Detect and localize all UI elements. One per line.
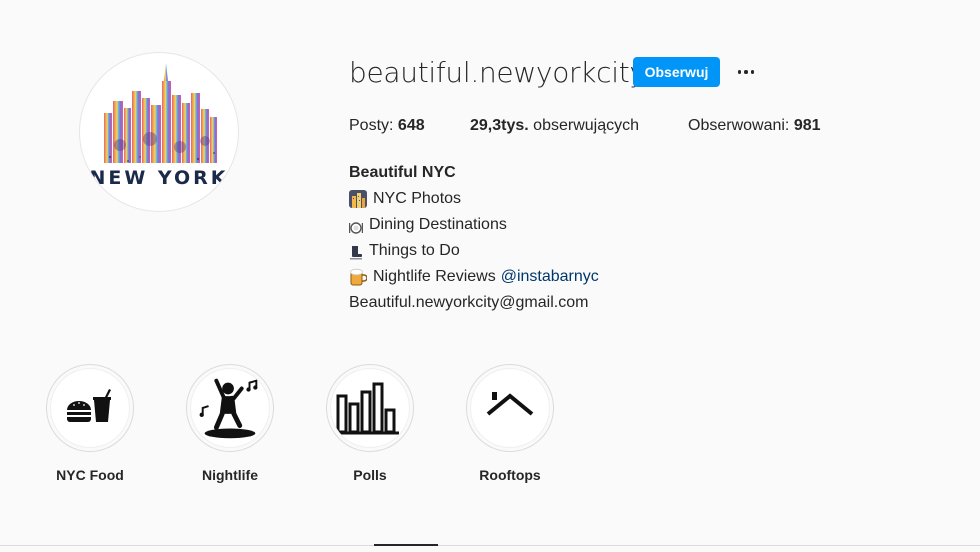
beer-icon	[349, 268, 368, 286]
burger-drink-icon	[67, 389, 111, 422]
skate-icon	[349, 244, 363, 260]
highlight-ring	[466, 364, 554, 452]
followers-value: 29,3tys.	[470, 117, 529, 134]
following-value: 981	[793, 117, 821, 134]
bio-line-text: Nightlife Reviews	[373, 268, 496, 285]
highlight-ring	[186, 364, 274, 452]
highlight-nyc-food[interactable]: NYC Food	[30, 364, 150, 483]
active-tab-indicator	[374, 544, 438, 546]
highlight-ring	[326, 364, 414, 452]
rooftop-icon	[486, 392, 534, 416]
posts-count: Posty: 648	[349, 117, 425, 135]
dancer-icon	[199, 378, 258, 439]
followers-label: obserwujących	[533, 117, 639, 134]
bio-line: Nightlife Reviews @instabarnyc	[349, 264, 599, 290]
bio-line-text: Things to Do	[369, 242, 460, 259]
highlight-label: NYC Food	[56, 467, 124, 483]
highlight-cover	[470, 368, 550, 448]
bio-email: Beautiful.newyorkcity@gmail.com	[349, 294, 589, 311]
highlight-rooftops[interactable]: Rooftops	[450, 364, 570, 483]
highlight-nightlife[interactable]: Nightlife	[170, 364, 290, 483]
highlight-ring	[46, 364, 134, 452]
avatar-caption: NEW YORK	[89, 167, 229, 189]
posts-label: Posty:	[349, 117, 394, 134]
following-count[interactable]: Obserwowani: 981	[688, 117, 821, 135]
highlight-cover	[190, 368, 270, 448]
city-icon	[349, 190, 367, 208]
profile-avatar[interactable]: NEW YORK	[79, 52, 239, 212]
bio-line: NYC Photos	[349, 186, 599, 212]
followers-count[interactable]: 29,3tys. obserwujących	[470, 117, 639, 135]
follow-button[interactable]: Obserwuj	[633, 57, 720, 87]
highlight-label: Polls	[353, 467, 387, 483]
bio-line-text: Dining Destinations	[369, 216, 507, 233]
more-options-icon[interactable]	[734, 58, 758, 86]
bio-line: Things to Do	[349, 238, 599, 264]
tabs-divider	[0, 545, 980, 546]
bio-name: Beautiful NYC	[349, 164, 456, 181]
bio-line-text: NYC Photos	[373, 190, 462, 207]
profile-bio: Beautiful NYC NYC Photos Dining Destinat…	[349, 160, 599, 316]
highlight-cover	[330, 368, 410, 448]
bar-chart-icon	[336, 382, 399, 435]
mention-link[interactable]: @instabarnyc	[501, 264, 599, 290]
profile-page: NEW YORK beautiful.newyorkcity Obserwuj …	[0, 0, 980, 552]
username: beautiful.newyorkcity	[349, 56, 646, 89]
following-label: Obserwowani:	[688, 117, 790, 134]
posts-value: 648	[397, 117, 425, 134]
bio-line: Dining Destinations	[349, 212, 599, 238]
highlight-label: Rooftops	[479, 467, 541, 483]
highlight-label: Nightlife	[202, 467, 258, 483]
highlight-polls[interactable]: Polls	[310, 364, 430, 483]
highlight-cover	[50, 368, 130, 448]
plate-icon	[349, 218, 363, 234]
